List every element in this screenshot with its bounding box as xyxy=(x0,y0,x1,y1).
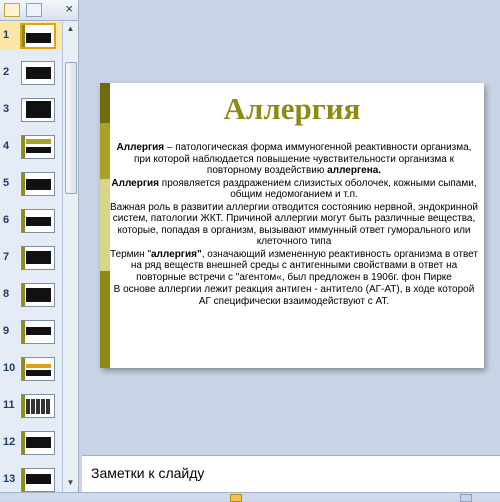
slide-canvas[interactable]: Аллергия Аллергия – патологическая форма… xyxy=(100,83,484,368)
paragraph-reaction: В основе аллергии лежит реакция антиген … xyxy=(113,284,475,307)
slide-number: 5 xyxy=(3,177,10,189)
zoom-icon[interactable] xyxy=(460,494,472,502)
slide-number: 3 xyxy=(3,103,10,115)
slide-thumbnail[interactable] xyxy=(21,246,55,270)
thumbnail-row[interactable]: 5 xyxy=(0,170,62,198)
slide-number: 10 xyxy=(3,362,16,374)
outline-tab[interactable] xyxy=(26,3,42,17)
slide-number: 4 xyxy=(3,140,10,152)
slide-thumbnail[interactable] xyxy=(21,172,55,196)
slide-number: 6 xyxy=(3,214,10,226)
scrollbar-thumb[interactable] xyxy=(65,62,77,194)
slide-thumbnail[interactable] xyxy=(21,98,55,122)
slide-number: 11 xyxy=(3,399,15,411)
slides-tab[interactable] xyxy=(4,3,20,17)
thumbnail-row[interactable]: 2 xyxy=(0,59,62,87)
thumbnail-list: 1 2 3 4 5 6 7 8 9 10 11 12 13 xyxy=(0,22,62,492)
thumbnail-row[interactable]: 4 xyxy=(0,133,62,161)
slide-thumbnail[interactable] xyxy=(21,357,55,381)
thumbnail-row[interactable]: 7 xyxy=(0,244,62,272)
slide-accent-strip xyxy=(100,179,110,271)
slide-number: 8 xyxy=(3,288,10,300)
slide-number: 9 xyxy=(3,325,10,337)
thumbnail-row[interactable]: 10 xyxy=(0,355,62,383)
notes-pane[interactable]: Заметки к слайду xyxy=(82,455,500,493)
slide-thumbnail[interactable] xyxy=(21,468,55,492)
thumbnail-row[interactable]: 12 xyxy=(0,429,62,457)
slide-accent-strip xyxy=(100,271,110,368)
slide-thumbnail[interactable] xyxy=(21,283,55,307)
slide-title: Аллергия xyxy=(223,91,361,126)
thumbnail-row[interactable]: 9 xyxy=(0,318,62,346)
slide-number: 13 xyxy=(3,473,16,485)
slide-thumbnail[interactable] xyxy=(20,23,56,49)
vertical-scrollbar[interactable]: ▲ ▼ xyxy=(62,22,78,492)
notes-placeholder: Заметки к слайду xyxy=(91,465,205,481)
slide-thumbnail[interactable] xyxy=(21,431,55,455)
paragraph-symptoms: Аллергия проявляется раздражением слизис… xyxy=(111,177,477,201)
thumbnail-row[interactable]: 6 xyxy=(0,207,62,235)
thumbnail-row[interactable]: 3 xyxy=(0,96,62,124)
thumbnail-row[interactable]: 11 xyxy=(0,392,62,420)
slide-number: 2 xyxy=(3,66,10,78)
thumbnail-row[interactable]: 8 xyxy=(0,281,62,309)
slide-thumbnail[interactable] xyxy=(21,320,55,344)
thumbnail-row[interactable]: 1 xyxy=(0,22,62,50)
slide-thumbnail[interactable] xyxy=(21,394,55,418)
slide-number: 1 xyxy=(3,29,10,41)
slide-accent-strip xyxy=(100,123,110,179)
slide-body: Аллергия – патологическая форма иммуноге… xyxy=(110,142,478,308)
paragraph-definition: Аллергия – патологическая форма иммуноге… xyxy=(116,142,472,176)
scroll-up-icon[interactable]: ▲ xyxy=(65,24,76,34)
close-icon[interactable]: × xyxy=(65,2,73,16)
slides-panel: × 1 2 3 4 5 6 7 8 9 10 11 12 13 ▲ ▼ xyxy=(0,0,79,492)
slide-thumbnail[interactable] xyxy=(21,209,55,233)
normal-view-icon[interactable] xyxy=(230,494,242,502)
scroll-down-icon[interactable]: ▼ xyxy=(65,478,76,488)
thumbnail-row[interactable]: 13 xyxy=(0,466,62,492)
paragraph-term: Термин "аллергия", означающий измененную… xyxy=(110,248,478,283)
paragraph-causes: Важная роль в развитии аллергии отводитс… xyxy=(110,201,478,248)
slide-thumbnail[interactable] xyxy=(21,61,55,85)
slide-number: 12 xyxy=(3,436,16,448)
slide-number: 7 xyxy=(3,251,10,263)
slide-thumbnail[interactable] xyxy=(21,135,55,159)
panel-tabbar: × xyxy=(0,0,78,21)
